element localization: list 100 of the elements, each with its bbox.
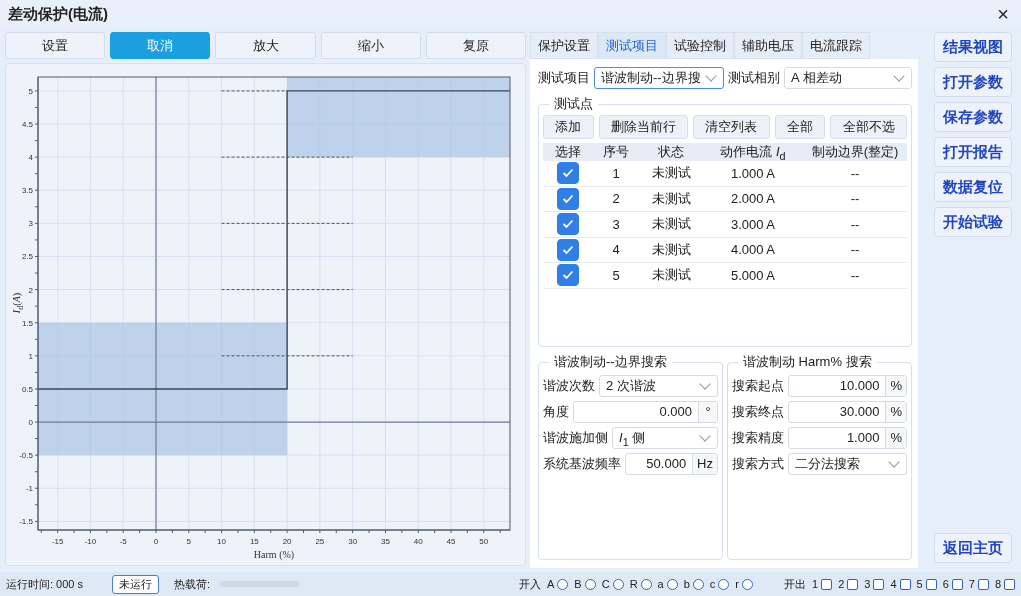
side-button[interactable]: 保存参数 [934,102,1012,132]
action-button[interactable]: 清空列表 [693,115,770,139]
tab[interactable]: 电流跟踪 [802,32,870,59]
axis-tick-label: 3 [28,219,33,229]
axis-tick-label: 3.5 [21,186,33,196]
dropdown[interactable]: 谐波制动--边界搜 [594,67,724,89]
group-title: 测试点 [553,95,594,113]
axis-tick-label: 15 [249,537,259,546]
column-header: 状态 [657,143,685,162]
toolbar-button[interactable]: 复原 [425,32,526,59]
table-cell-text: 1.000 A [729,165,777,181]
axis-tick-label: -5 [119,537,127,546]
column-header: 序号 [602,143,630,162]
toolbar-button[interactable]: 放大 [215,32,316,59]
check-icon [562,270,574,281]
axis-tick-label: 4.5 [21,120,33,129]
table-cell-text: -- [849,242,861,258]
home-button[interactable]: 返回主页 [934,533,1012,563]
input-field[interactable]: 50.000 Hz [625,453,718,475]
axis-tick-label: 50 [479,537,489,546]
output-label: 3 [864,578,871,590]
axis-tick-label: -10 [84,537,97,546]
dropdown[interactable]: 二分法搜索 [788,453,907,475]
axis-tick-label: -1.5 [19,517,33,527]
action-button[interactable]: 添加 [543,115,594,139]
table-cell-text: 5.000 A [729,267,777,283]
checkbox[interactable] [557,238,579,261]
side-button[interactable]: 打开参数 [934,67,1012,97]
input-field[interactable]: 0.000 ° [573,401,718,423]
axis-tick-label: 1.5 [21,318,33,328]
heat-load-label: 热载荷: [174,576,211,592]
input-label: a [657,578,664,590]
run-time-text: 运行时间: 000 s [6,576,84,592]
input-field[interactable]: 1.000 % [788,427,907,449]
tab[interactable]: 辅助电压 [734,32,802,59]
run-state-button[interactable]: 未运行 [112,574,160,594]
field-label: 搜索起点 [732,377,784,395]
input-label: C [601,578,610,590]
input-label: R [629,578,638,590]
table-cell-text: 3 [611,216,621,232]
axis-tick-label: 0 [28,418,33,428]
side-button[interactable]: 数据复位 [934,172,1012,202]
toolbar-button[interactable]: 设置 [5,32,106,59]
checkbox[interactable] [557,162,579,185]
x-axis-label: Harm (%) [253,549,295,560]
field-label: 测试相别 [728,69,780,87]
axis-tick-label: 0.5 [21,384,33,394]
tab[interactable]: 保护设置 [530,32,598,59]
window-title: 差动保护(电流) [8,4,108,24]
axis-tick-label: 4 [28,153,33,163]
axis-tick-label: 25 [315,537,325,546]
input-field[interactable]: 30.000 % [788,401,907,423]
group-title: 谐波制动--边界搜索 [553,353,668,371]
action-button[interactable]: 全部不选 [830,115,907,139]
output-label: 4 [890,578,897,590]
tab[interactable]: 测试项目 [598,32,666,59]
output-label: 7 [968,578,975,590]
side-button[interactable]: 结果视图 [934,32,1012,62]
checkbox[interactable] [557,264,579,287]
dropdown[interactable]: I$_{1}$ 侧 [612,427,718,449]
axis-tick-label: -15 [51,537,64,546]
checkbox[interactable] [557,187,579,210]
table-cell-text: -- [849,191,861,207]
field-label: 谐波次数 [543,377,595,395]
output-label: 6 [942,578,949,590]
axis-tick-label: -0.5 [19,451,33,461]
tab[interactable]: 试验控制 [666,32,734,59]
dropdown[interactable]: 2 次谐波 [599,375,718,397]
output-label: 2 [838,578,845,590]
output-label: 5 [916,578,923,590]
field-label: 搜索方式 [732,455,784,473]
axis-tick-label: 30 [348,537,358,546]
check-icon [562,219,574,230]
field-label: 角度 [543,403,569,421]
table-cell-text: 2.000 A [729,191,777,207]
axis-tick-label: 0 [153,537,159,546]
table-cell-text: 未测试 [650,189,692,208]
table-cell-text: 4.000 A [729,242,777,258]
table-cell-text: 1 [611,165,621,181]
checkbox[interactable] [557,213,579,236]
action-button[interactable]: 全部 [774,115,826,139]
dashed-line [221,90,288,92]
field-label: 搜索终点 [732,403,784,421]
output-label: 1 [812,578,819,590]
input-label: r [735,578,739,590]
output-label: 8 [994,578,1001,590]
axis-tick-label: 10 [217,537,226,546]
table-cell-text: 未测试 [650,266,692,285]
action-button[interactable]: 删除当前行 [598,115,689,139]
close-button[interactable]: × [993,4,1013,24]
input-field[interactable]: 10.000 % [788,375,907,397]
side-button[interactable]: 开始试验 [934,207,1012,237]
field-label: 系统基波频率 [543,455,621,473]
dropdown[interactable]: A 相差动 [784,67,912,89]
table-cell-text: 4 [611,242,621,258]
axis-tick-label: 5 [28,86,33,96]
table-cell-text: 5 [611,267,621,283]
side-button[interactable]: 打开报告 [934,137,1012,167]
toolbar-button[interactable]: 缩小 [320,32,421,59]
input-label: B [574,578,582,590]
